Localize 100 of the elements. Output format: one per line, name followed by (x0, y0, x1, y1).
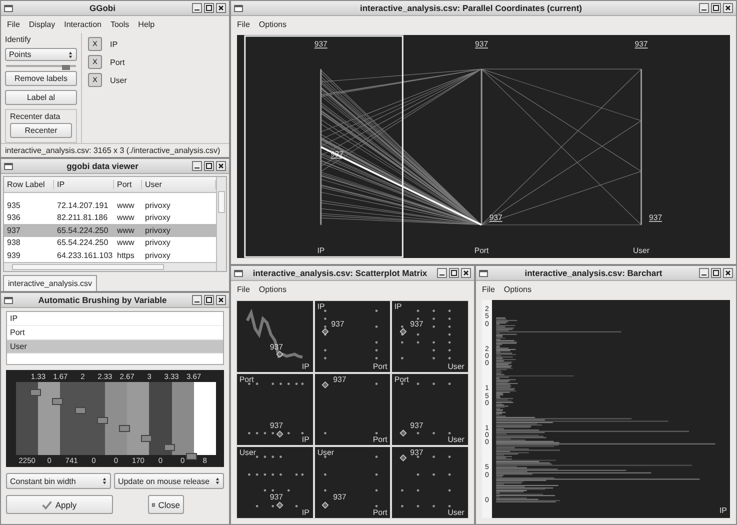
close-icon[interactable] (723, 268, 733, 278)
point-label: 937 (270, 492, 284, 502)
minimize-icon[interactable] (437, 268, 447, 278)
menu-item[interactable]: File (237, 20, 250, 29)
point-label: 937 (270, 342, 284, 352)
table-row[interactable]: 935 72.14.207.191 www privoxy (4, 199, 216, 212)
axis-label: IP (719, 506, 727, 515)
scatter-points-drawing (248, 456, 304, 509)
action-button[interactable]: Remove labels (5, 71, 77, 86)
axis-label: IP (317, 302, 324, 311)
close-icon[interactable] (723, 3, 733, 13)
brush-rectangle[interactable] (244, 35, 404, 258)
menu-item[interactable]: Tools (110, 20, 130, 29)
close-icon[interactable] (216, 161, 226, 171)
maximize-icon[interactable] (204, 3, 214, 13)
window-menu-icon[interactable] (4, 4, 13, 12)
point-label: 937 (410, 448, 424, 457)
table-row[interactable]: 937 65.54.224.250 www privoxy (4, 224, 216, 236)
scatter-points-drawing (246, 308, 303, 359)
close-icon[interactable] (216, 3, 226, 13)
spinner-arrows-icon (215, 477, 220, 485)
axis-label: IP (302, 508, 310, 518)
minimize-icon[interactable] (192, 295, 202, 305)
slider-thumb[interactable] (62, 65, 70, 70)
bin-handle[interactable] (164, 444, 175, 452)
window-menu-icon[interactable] (234, 270, 243, 276)
mode-dropdown[interactable]: Points (5, 48, 77, 61)
group-label: Recenter data (10, 112, 62, 121)
tab[interactable]: interactive_analysis.csv (3, 275, 98, 291)
bin-handle[interactable] (52, 398, 64, 406)
maximize-icon[interactable] (711, 3, 721, 13)
table-row[interactable]: 938 65.54.224.250 www privoxy (4, 236, 216, 249)
variable-item[interactable]: User (7, 340, 223, 354)
variable-item[interactable]: IP (7, 312, 223, 326)
recenter-button[interactable]: Recenter (10, 123, 72, 138)
menu-item[interactable]: File (237, 285, 250, 294)
axis-label: User (448, 362, 465, 372)
axis-label: IP (394, 302, 402, 311)
scatter-points-drawing (400, 382, 452, 437)
window-title: Automatic Brushing by Variable (37, 295, 168, 305)
menu-item[interactable]: Help (138, 20, 155, 29)
apply-button[interactable]: Apply (6, 495, 113, 514)
bin-handle[interactable] (74, 407, 86, 414)
table-cell-text: www (116, 200, 136, 210)
menu-item[interactable]: Display (28, 20, 56, 29)
menu-item[interactable]: Options (504, 285, 532, 294)
table-cell-text: 939 (6, 250, 22, 260)
column-header[interactable]: Row Label (4, 180, 54, 189)
axis-label: Port (372, 362, 387, 372)
minimize-icon[interactable] (699, 268, 709, 278)
point-label: 937 (475, 40, 488, 49)
close-icon[interactable] (216, 295, 226, 305)
table-cell-text: 938 (6, 238, 22, 248)
axis-label: User (317, 448, 334, 457)
action-button[interactable]: Label al (5, 90, 77, 105)
table-row[interactable]: 936 82.211.81.186 www privoxy (4, 212, 216, 224)
close-button[interactable]: Close (148, 495, 184, 514)
bin-handle[interactable] (119, 425, 130, 432)
table-cell-text: 82.211.81.186 (56, 213, 109, 222)
status-bar: interactive_analysis.csv: 3165 x 3 (./interactive_analysis.csv) (1, 143, 229, 157)
menu-item[interactable]: File (7, 20, 20, 29)
menu-item[interactable]: Interaction (64, 20, 102, 29)
minimize-icon[interactable] (699, 3, 709, 13)
window-title: interactive_analysis.csv: Scatterplot Matrix (252, 268, 428, 278)
table-cell-text: 935 (6, 200, 22, 210)
axis-label: User (448, 435, 465, 444)
window-menu-icon[interactable] (4, 162, 13, 170)
menu-item[interactable]: File (482, 285, 495, 294)
axis-label: IP (302, 362, 310, 372)
maximize-icon[interactable] (204, 161, 214, 171)
window-menu-icon[interactable] (4, 296, 13, 304)
window-menu-icon[interactable] (234, 4, 243, 12)
scatter-points-drawing (321, 310, 378, 360)
horizontal-scrollbar[interactable] (4, 262, 216, 271)
close-icon[interactable] (461, 268, 471, 278)
scatter-points-drawing (321, 381, 378, 434)
maximize-icon[interactable] (449, 268, 459, 278)
checkmark-icon (42, 500, 52, 510)
vertical-scrollbar[interactable] (216, 177, 226, 271)
axis-label: User (448, 508, 465, 518)
menu-item[interactable]: Options (258, 285, 286, 294)
maximize-icon[interactable] (711, 268, 721, 278)
table-cell-text: privoxy (144, 238, 172, 248)
table-cell-text: privoxy (144, 213, 172, 222)
table-row[interactable]: 939 64.233.161.103 https privoxy (4, 249, 216, 262)
window-title: GGobi (88, 3, 116, 13)
minimize-icon[interactable] (192, 161, 202, 171)
point-label: 937 (330, 320, 344, 329)
point-label: 937 (270, 421, 284, 430)
column-header[interactable]: Port (114, 180, 142, 189)
minimize-icon[interactable] (192, 3, 202, 13)
axis-label: IP (317, 246, 325, 256)
maximize-icon[interactable] (204, 295, 214, 305)
bin-width-dropdown[interactable]: Constant bin width (6, 473, 111, 489)
menu-item[interactable]: Options (258, 20, 286, 29)
window-menu-icon[interactable] (479, 270, 488, 276)
column-header[interactable]: IP (54, 180, 114, 189)
table-cell-text: www (116, 226, 136, 235)
update-mode-dropdown[interactable]: Update on mouse release (114, 473, 224, 489)
table-cell-text: privoxy (144, 226, 172, 235)
